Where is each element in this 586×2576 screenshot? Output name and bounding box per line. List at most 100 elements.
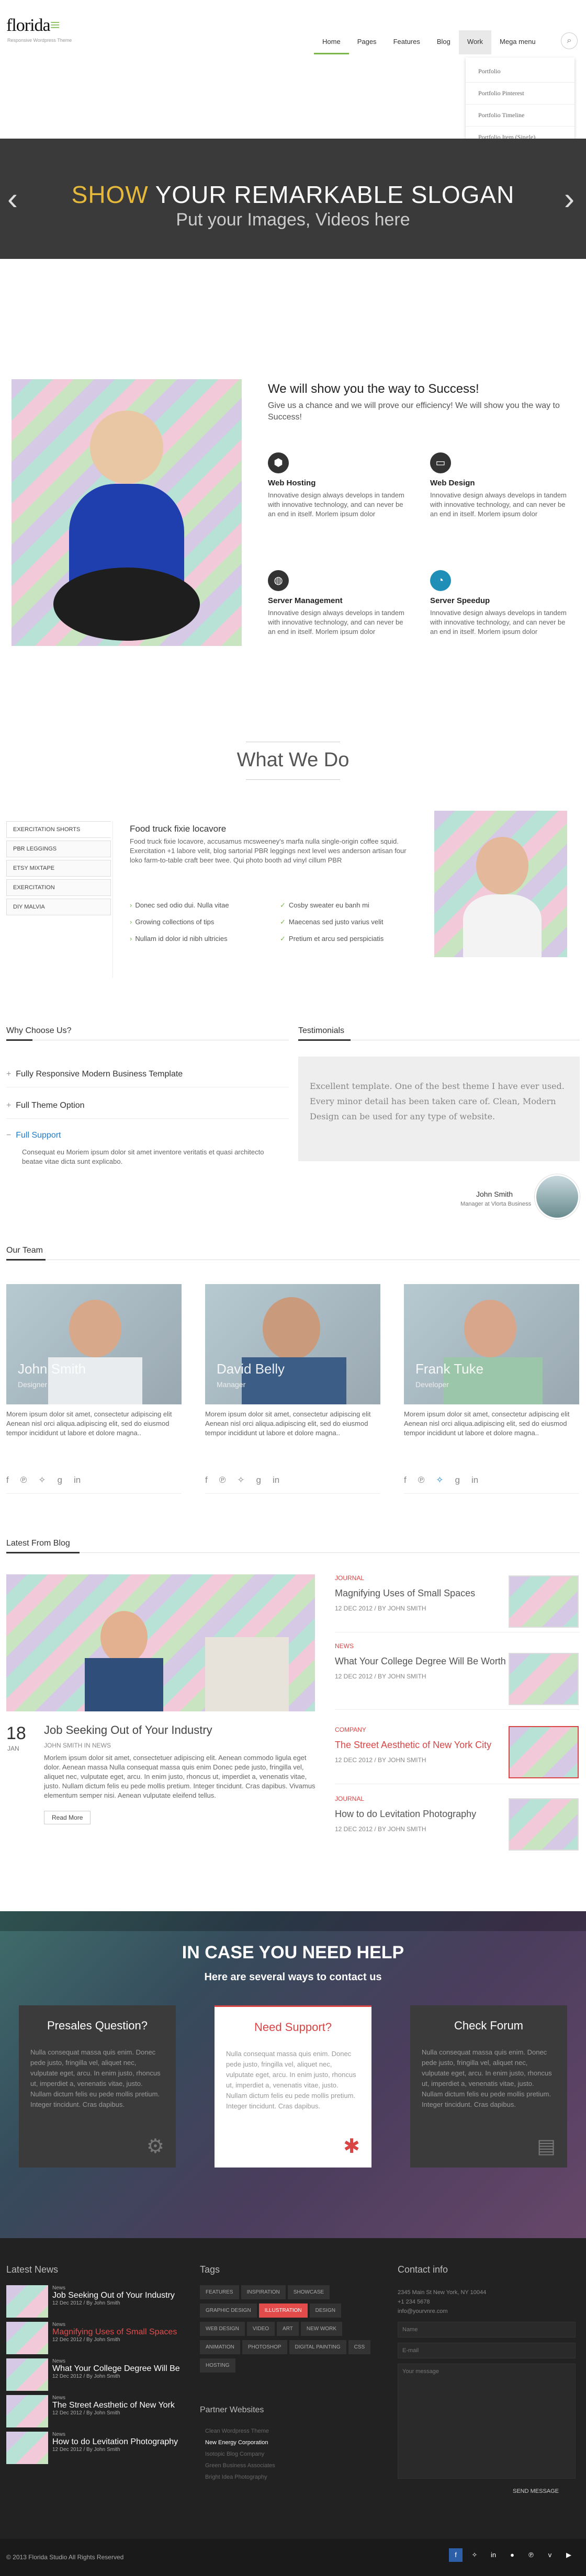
nav-pages[interactable]: Pages (349, 30, 385, 54)
blog-underline (6, 1552, 80, 1553)
send-message-button[interactable]: SEND MESSAGE (513, 2488, 559, 2494)
footer-bottom-bar: © 2013 Florida Studio All Rights Reserve… (0, 2539, 586, 2576)
accordion-item-active[interactable]: − Full Support Consequat eu Moriem ipsum… (6, 1131, 289, 1166)
tag[interactable]: ART (277, 2322, 299, 2336)
support-box[interactable]: Need Support? Nulla consequat massa quis… (215, 2005, 371, 2168)
facebook-icon[interactable]: f (404, 1475, 407, 1485)
tag[interactable]: ANIMATION (200, 2340, 240, 2354)
featured-post-title[interactable]: Job Seeking Out of Your Industry (44, 1723, 212, 1737)
tab-exercitation[interactable]: EXERCITATION (6, 879, 111, 896)
post-thumbnail[interactable] (509, 1798, 579, 1851)
blog-post-item[interactable]: JOURNAL How to do Levitation Photography… (335, 1795, 508, 1833)
partner-link[interactable]: Isotopic Blog Company (205, 2448, 275, 2460)
news-item[interactable]: News What Your College Degree Will Be 12 D… (6, 2358, 184, 2395)
tag[interactable]: HOSTING (200, 2358, 235, 2373)
dropdown-item-portfolio-timeline[interactable]: Portfolio Timeline (466, 105, 574, 127)
twitter-icon[interactable]: ✧ (38, 1475, 46, 1485)
nav-blog[interactable]: Blog (429, 30, 459, 54)
logo[interactable]: florida≡ (6, 16, 60, 36)
speedometer-icon: ◔ (430, 570, 451, 591)
news-item[interactable]: News Magnifying Uses of Small Spaces 12 De… (6, 2322, 184, 2358)
bug-icon: ✱ (343, 2136, 360, 2158)
avatar (535, 1174, 580, 1219)
post-thumbnail[interactable] (509, 1575, 579, 1628)
blog-post-item[interactable]: JOURNAL Magnifying Uses of Small Spaces … (335, 1574, 508, 1612)
google-plus-icon[interactable]: g (58, 1475, 62, 1485)
pinterest-icon[interactable]: ℗ (418, 1475, 425, 1485)
tab-diy-malvia[interactable]: DIY MALVIA (6, 899, 111, 915)
tab-pbr-leggings[interactable]: PBR LEGGINGS (6, 841, 111, 857)
facebook-icon[interactable]: f (205, 1475, 208, 1485)
hero-slider: ‹ › SHOW YOUR REMARKABLE SLOGAN Put your… (0, 139, 586, 259)
news-item[interactable]: News How to do Levitation Photography 12 D… (6, 2432, 184, 2468)
flickr-icon[interactable]: ● (505, 2548, 519, 2562)
news-item[interactable]: News Job Seeking Out of Your Industry 12 D… (6, 2285, 184, 2322)
tag[interactable]: DESIGN (309, 2303, 341, 2318)
nav-mega-menu[interactable]: Mega menu (491, 30, 544, 54)
accordion-item[interactable]: + Fully Responsive Modern Business Templ… (6, 1070, 289, 1079)
partner-link[interactable]: Green Business Associates (205, 2460, 275, 2471)
tag[interactable]: FEATURES (200, 2285, 239, 2299)
blog-post-item[interactable]: NEWS What Your College Degree Will Be Wo… (335, 1642, 508, 1680)
read-more-button[interactable]: Read More (44, 1811, 91, 1824)
facebook-icon[interactable]: f (449, 2548, 463, 2562)
email-field[interactable] (398, 2343, 576, 2358)
monitor-icon: ▭ (430, 452, 451, 473)
tag[interactable]: NEW WORK (300, 2322, 343, 2336)
feature-server-management: ◍ Server Management Innovative design al… (268, 570, 409, 637)
pinterest-icon[interactable]: ℗ (524, 2548, 538, 2562)
post-thumbnail[interactable] (509, 1653, 579, 1705)
message-field[interactable] (398, 2364, 576, 2479)
tag[interactable]: GRAPHIC DESIGN (200, 2303, 257, 2318)
pinterest-icon[interactable]: ℗ (219, 1475, 226, 1485)
partner-link[interactable]: New Energy Corporation (205, 2437, 275, 2448)
nav-work[interactable]: Work (458, 30, 492, 54)
tab-list-right: ✓ Cosby sweater eu banh mi ✓ Maecenas sed … (280, 897, 416, 947)
tag[interactable]: PHOTOSHOP (242, 2340, 287, 2354)
post-thumbnail[interactable] (509, 1726, 579, 1778)
list-item: ✓ Cosby sweater eu banh mi (280, 901, 369, 909)
facebook-icon[interactable]: f (6, 1475, 9, 1485)
tag[interactable]: ILLUSTRATION (258, 2303, 308, 2318)
twitter-icon[interactable]: ✧ (237, 1475, 244, 1485)
nav-home[interactable]: Home (314, 30, 349, 54)
cube-icon: ⬢ (268, 452, 289, 473)
twitter-icon[interactable]: ✧ (468, 2548, 481, 2562)
accordion-item[interactable]: + Full Theme Option (6, 1101, 289, 1110)
pinterest-icon[interactable]: ℗ (20, 1475, 27, 1485)
name-field[interactable] (398, 2322, 576, 2337)
vimeo-icon[interactable]: v (543, 2548, 557, 2562)
tag[interactable]: DIGITAL PAINTING (289, 2340, 346, 2354)
partner-link[interactable]: Clean Wordpress Theme (205, 2425, 275, 2437)
news-item[interactable]: News The Street Aesthetic of New York 12 D… (6, 2395, 184, 2432)
what-we-do-title: What We Do (236, 749, 350, 771)
dropdown-item-portfolio-pinterest[interactable]: Portfolio Pinterest (466, 83, 574, 105)
tag[interactable]: WEB DESIGN (200, 2322, 245, 2336)
google-plus-icon[interactable]: g (455, 1475, 460, 1485)
tag[interactable]: VIDEO (246, 2322, 275, 2336)
search-icon[interactable]: ⌕ (561, 32, 578, 49)
tag[interactable]: INSPIRATION (241, 2285, 286, 2299)
google-plus-icon[interactable]: g (256, 1475, 261, 1485)
presales-box[interactable]: Presales Question? Nulla consequat massa… (19, 2005, 176, 2168)
dropdown-item-portfolio[interactable]: Portfolio (466, 61, 574, 83)
partner-link[interactable]: Bright Idea Photography (205, 2471, 275, 2483)
tag[interactable]: SHOWCASE (287, 2285, 330, 2299)
forum-box[interactable]: Check Forum Nulla consequat massa quis e… (410, 2005, 567, 2168)
linkedin-icon[interactable]: in (74, 1475, 81, 1485)
footer-tags-title: Tags (200, 2264, 220, 2275)
tag[interactable]: CSS (348, 2340, 371, 2354)
featured-post-image[interactable] (6, 1574, 315, 1711)
tab-etsy-mixtape[interactable]: ETSY MIXTAPE (6, 860, 111, 877)
blog-post-item[interactable]: COMPANY The Street Aesthetic of New York… (335, 1726, 508, 1764)
youtube-icon[interactable]: ▶ (562, 2548, 576, 2562)
feature-server-speedup: ◔ Server Speedup Innovative design alway… (430, 570, 571, 637)
team-title: Our Team (6, 1246, 43, 1255)
twitter-icon[interactable]: ✧ (436, 1475, 443, 1485)
linkedin-icon[interactable]: in (273, 1475, 279, 1485)
tab-exercitation-shorts[interactable]: EXERCITATION SHORTS (6, 821, 111, 838)
linkedin-icon[interactable]: in (487, 2548, 500, 2562)
team-social: f ℗ ✧ g in (205, 1475, 279, 1485)
linkedin-icon[interactable]: in (471, 1475, 478, 1485)
nav-features[interactable]: Features (385, 30, 429, 54)
